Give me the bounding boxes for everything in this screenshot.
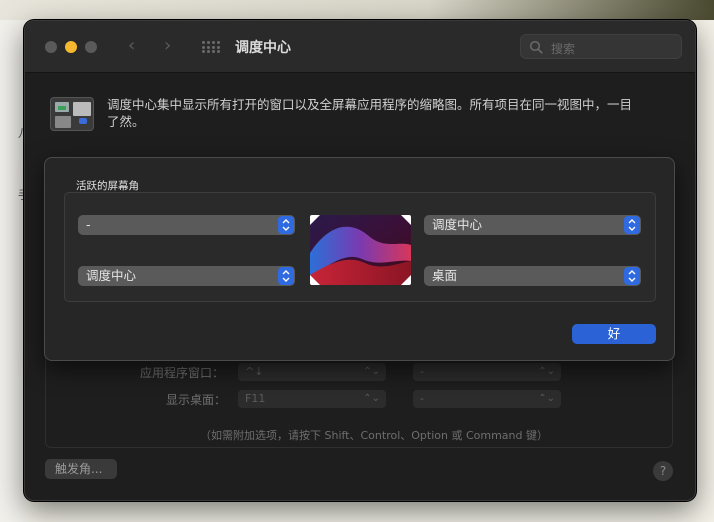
back-arrow-icon[interactable]: ‹: [128, 35, 135, 56]
show-desktop-shortcut-select[interactable]: F11 ⌃⌄: [238, 390, 386, 408]
popup-stepper-icon: [624, 267, 640, 285]
bottom-left-corner-popup[interactable]: 调度中心: [78, 266, 295, 286]
zoom-button[interactable]: [85, 41, 97, 53]
popup-stepper-icon: [624, 216, 640, 234]
help-button[interactable]: ?: [653, 461, 673, 481]
app-windows-mouse-select[interactable]: - ⌃⌄: [413, 363, 561, 381]
bottom-right-corner-popup[interactable]: 桌面: [424, 266, 641, 286]
hot-corners-button[interactable]: 触发角...: [45, 459, 117, 479]
close-button[interactable]: [45, 41, 57, 53]
top-left-corner-value: -: [86, 217, 91, 232]
popup-stepper-icon: [278, 216, 294, 234]
top-left-corner-popup[interactable]: -: [78, 215, 295, 235]
intro-description: 调度中心集中显示所有打开的窗口以及全屏幕应用程序的缩略图。所有项目在同一视图中，…: [107, 97, 633, 129]
show-desktop-mouse-select[interactable]: - ⌃⌄: [413, 390, 561, 408]
background-window-edge: 八 手: [0, 20, 30, 522]
app-windows-label: 应用程序窗口：: [140, 366, 225, 380]
bottom-right-corner-value: 桌面: [432, 268, 458, 283]
forward-arrow-icon[interactable]: ›: [164, 35, 171, 56]
modifier-hint: （如需附加选项，请按下 Shift、Control、Option 或 Comma…: [200, 429, 548, 442]
desktop-preview-image: [310, 215, 411, 285]
popup-stepper-icon: [278, 267, 294, 285]
show-desktop-label: 显示桌面：: [166, 393, 227, 407]
minimize-button[interactable]: [65, 41, 77, 53]
chevron-updown-icon: ⌃⌄: [363, 393, 380, 404]
titlebar: ‹ › 调度中心 搜索: [25, 21, 695, 73]
window-title: 调度中心: [235, 40, 291, 56]
show-all-grid-icon[interactable]: [202, 41, 220, 53]
chevron-updown-icon: ⌃⌄: [538, 393, 555, 404]
ok-button[interactable]: 好: [572, 324, 656, 344]
app-windows-shortcut-select[interactable]: ^↓ ⌃⌄: [238, 363, 386, 381]
search-placeholder: 搜索: [551, 42, 576, 56]
search-icon: [529, 40, 543, 54]
bottom-left-corner-value: 调度中心: [86, 268, 137, 283]
search-field[interactable]: 搜索: [520, 34, 682, 59]
active-corners-title: 活跃的屏幕角: [76, 180, 139, 192]
active-corners-group: - 调度中心 调度中心 桌面: [64, 192, 656, 302]
chevron-updown-icon: ⌃⌄: [538, 366, 555, 377]
top-right-corner-popup[interactable]: 调度中心: [424, 215, 641, 235]
chevron-updown-icon: ⌃⌄: [363, 366, 380, 377]
hot-corners-sheet: 活跃的屏幕角 - 调度中心 调度中心 桌面 好: [44, 157, 675, 361]
mission-control-icon: [50, 97, 94, 131]
top-right-corner-value: 调度中心: [432, 217, 483, 232]
desktop-background-strip: [0, 0, 714, 20]
